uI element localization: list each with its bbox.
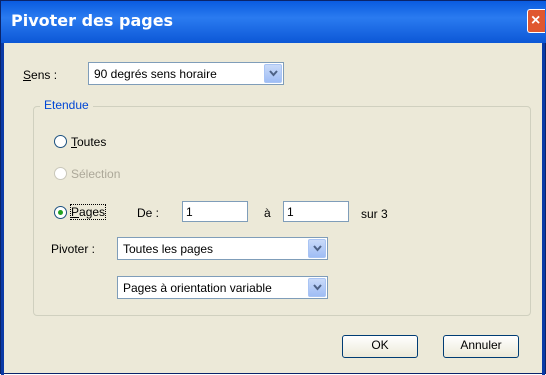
page-to-input[interactable]: 1 xyxy=(283,201,349,222)
radio-selection[interactable] xyxy=(54,167,67,180)
cancel-button[interactable]: Annuler xyxy=(443,335,519,358)
chevron-down-icon xyxy=(313,284,322,291)
radio-toutes[interactable] xyxy=(54,135,67,148)
page-from-input[interactable]: 1 xyxy=(182,201,248,222)
sens-select[interactable]: 90 degrés sens horaire xyxy=(88,62,284,85)
radio-pages[interactable] xyxy=(54,206,67,219)
close-button[interactable]: × xyxy=(527,9,545,33)
sens-dropdown-button[interactable] xyxy=(264,64,282,83)
dialog-title: Pivoter des pages xyxy=(11,11,174,30)
page-scope-value: Toutes les pages xyxy=(123,242,214,256)
orientation-dropdown-button[interactable] xyxy=(308,278,326,297)
sens-label: Sens : xyxy=(23,68,58,82)
page-scope-select[interactable]: Toutes les pages xyxy=(117,237,328,260)
page-count-label: sur 3 xyxy=(361,207,388,221)
etendue-legend: Etendue xyxy=(40,98,93,112)
orientation-select[interactable]: Pages à orientation variable xyxy=(117,276,328,299)
window-border-right xyxy=(542,43,545,375)
title-bar[interactable]: Pivoter des pages × xyxy=(1,1,546,43)
radio-toutes-label[interactable]: Toutes xyxy=(71,135,106,149)
window-border-left xyxy=(1,43,4,375)
sens-value: 90 degrés sens horaire xyxy=(94,67,217,81)
radio-selected-dot xyxy=(58,210,63,215)
pivoter-label: Pivoter : xyxy=(51,242,96,256)
chevron-down-icon xyxy=(269,70,278,77)
close-icon: × xyxy=(531,12,541,29)
de-label: De : xyxy=(137,206,160,220)
ok-button[interactable]: OK xyxy=(342,335,418,358)
radio-pages-label[interactable]: Pages xyxy=(69,204,107,220)
chevron-down-icon xyxy=(313,245,322,252)
radio-selection-label[interactable]: Sélection xyxy=(71,167,120,181)
page-scope-dropdown-button[interactable] xyxy=(308,239,326,258)
orientation-value: Pages à orientation variable xyxy=(123,281,272,295)
rotate-pages-dialog: Pivoter des pages × Sens : 90 degrés sen… xyxy=(0,0,546,375)
a-label: à xyxy=(264,206,271,220)
